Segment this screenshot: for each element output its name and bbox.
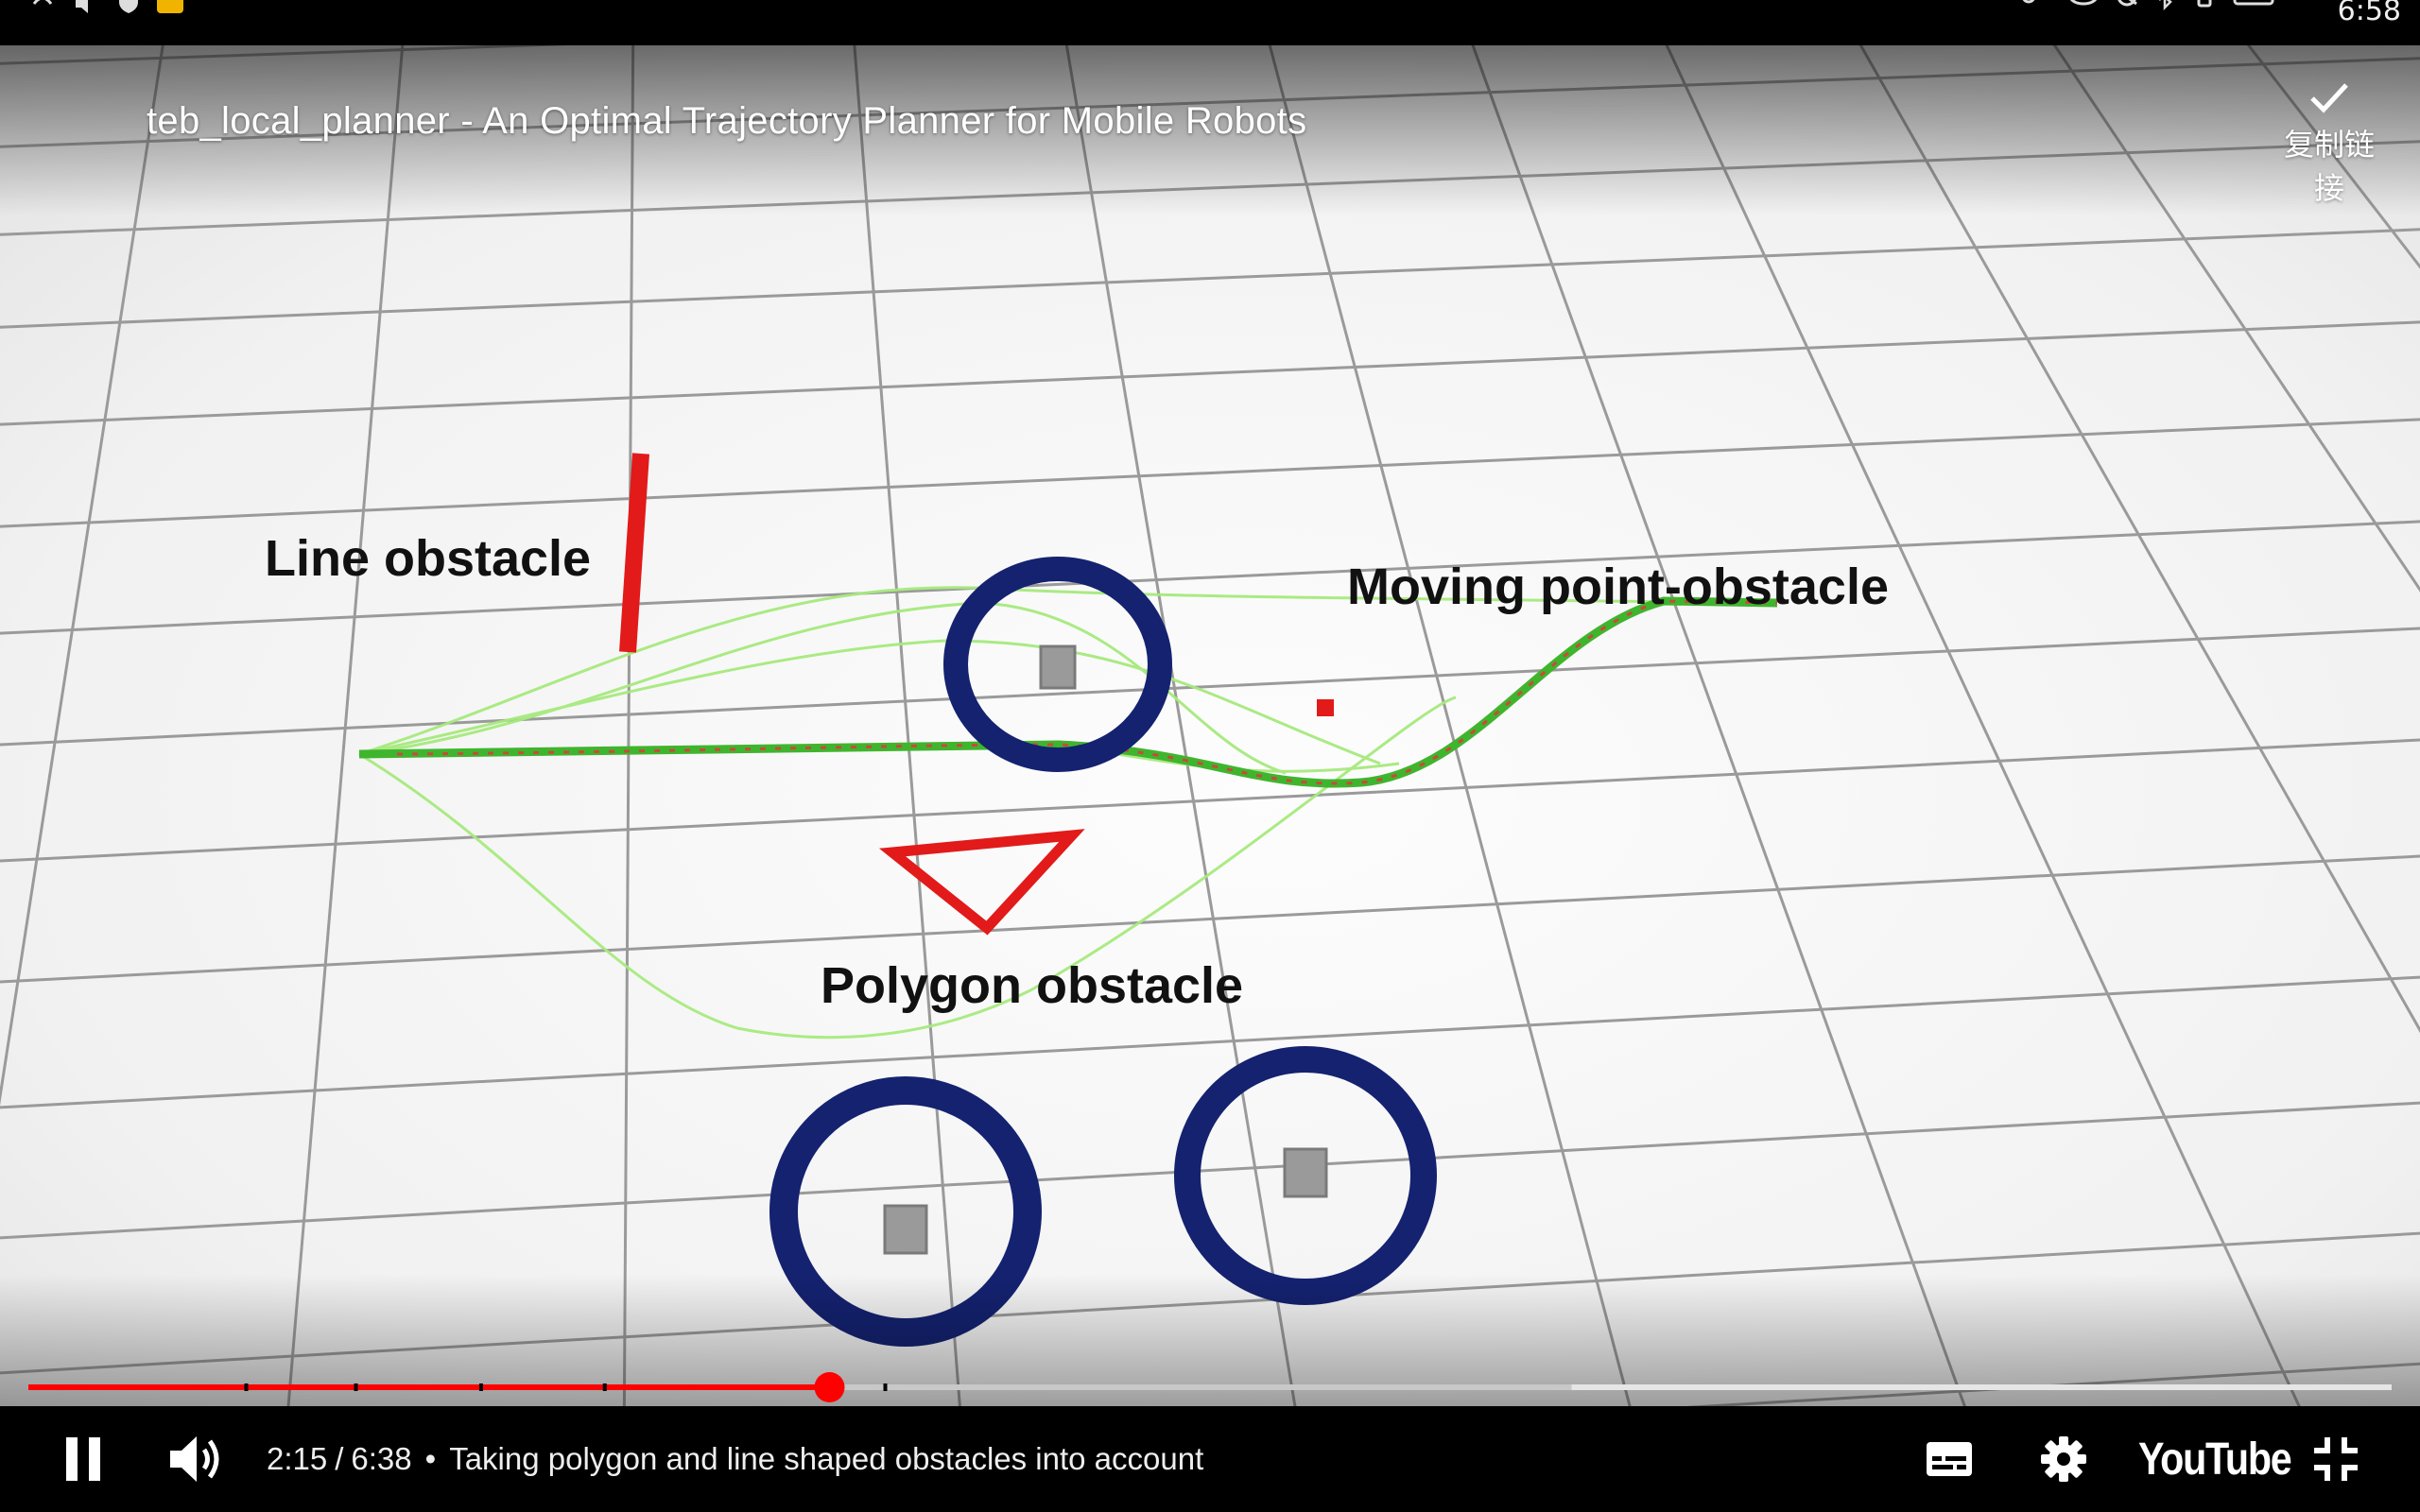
time-display: 2:15 / 6:38 • Taking polygon and line sh…: [267, 1406, 1203, 1512]
chapter-gap: [602, 1383, 607, 1391]
chapter-gap: [479, 1383, 483, 1391]
copy-link-label: 复制链接: [2283, 127, 2375, 206]
status-icons-left: [28, 0, 183, 13]
shield-icon: [119, 0, 138, 13]
video-player[interactable]: Line obstacle Moving point-obstacle Poly…: [0, 45, 2420, 1406]
copy-link-button[interactable]: 复制链接: [2273, 79, 2386, 208]
floor: [0, 45, 2420, 1406]
polygon-obstacle-label: Polygon obstacle: [821, 957, 1244, 1014]
player-controls: 2:15 / 6:38 • Taking polygon and line sh…: [0, 1406, 2420, 1512]
settings-button[interactable]: [2040, 1406, 2087, 1512]
vpn-key-icon: [2022, 0, 2035, 4]
progress-scrubber[interactable]: [814, 1372, 845, 1402]
moving-point-obstacle-label: Moving point-obstacle: [1347, 558, 1889, 615]
battery-icon: [2233, 0, 2274, 6]
video-title[interactable]: teb_local_planner - An Optimal Trajector…: [147, 100, 1306, 143]
volume-button[interactable]: [168, 1406, 223, 1512]
duration: 6:38: [351, 1441, 412, 1476]
point-obstacle: [1317, 699, 1334, 716]
youtube-logo[interactable]: YouTube: [2138, 1406, 2316, 1512]
line-obstacle-label: Line obstacle: [265, 530, 592, 587]
mute-icon: [2118, 0, 2137, 7]
app-notification-icon: [157, 0, 183, 13]
status-icons-right: [2021, 0, 2278, 13]
chapter-gap: [354, 1383, 358, 1391]
volume-icon: [76, 0, 88, 13]
chapter-gap: [883, 1383, 888, 1391]
gear-icon: [2041, 1436, 2086, 1482]
volume-icon: [170, 1436, 219, 1482]
video-frame: [0, 45, 2420, 1406]
status-time: 6:58: [2337, 0, 2401, 27]
youtube-wordmark: YouTube: [2138, 1434, 2292, 1485]
vibrate-icon: [2197, 0, 2212, 8]
pause-button[interactable]: [62, 1406, 104, 1512]
chapter-separator: •: [424, 1441, 437, 1476]
progress-bar[interactable]: [28, 1372, 2392, 1402]
subtitles-button[interactable]: [1925, 1406, 1974, 1512]
exit-fullscreen-button[interactable]: [2312, 1406, 2360, 1512]
exit-fullscreen-icon: [2314, 1437, 2358, 1481]
status-bar: 6:58: [0, 0, 2420, 45]
eye-icon: [2069, 0, 2098, 6]
chapter-gap: [244, 1383, 249, 1391]
progress-played: [28, 1384, 830, 1390]
current-time: 2:15: [267, 1441, 328, 1476]
subtitles-icon: [1927, 1442, 1972, 1476]
check-icon: [2310, 83, 2348, 113]
chapter-title[interactable]: Taking polygon and line shaped obstacles…: [449, 1441, 1203, 1477]
time-separator: /: [335, 1441, 344, 1476]
pause-icon: [66, 1437, 100, 1481]
bluetooth-icon: [2159, 0, 2172, 11]
hotspot-icon: [32, 0, 53, 5]
